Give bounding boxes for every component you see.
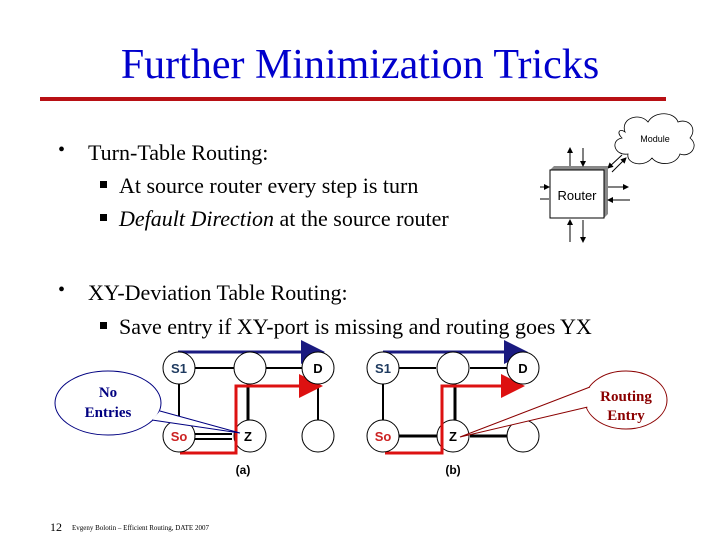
router-module-diagram: Module Router xyxy=(540,113,695,243)
svg-text:Entries: Entries xyxy=(85,405,132,421)
bullet-xy-deviation-routing: XY-Deviation Table Routing: xyxy=(88,280,348,305)
square-bullet-icon xyxy=(100,322,107,330)
slide-title: Further Minimization Tricks xyxy=(120,42,600,88)
bullet-icon: • xyxy=(58,139,66,161)
callout-routing-entry: Routing Entry xyxy=(459,370,668,438)
node-label: So xyxy=(375,429,392,444)
module-label: Module xyxy=(640,134,670,144)
subbullet-default-direction: Default Direction at the source router xyxy=(100,206,449,232)
node-middle xyxy=(233,351,267,385)
node-empty xyxy=(301,419,335,453)
router-label: Router xyxy=(557,188,597,203)
node-label: S1 xyxy=(171,361,187,376)
arrow-icon xyxy=(611,157,627,173)
node-label: D xyxy=(313,361,322,376)
bullet-turn-table-routing: Turn-Table Routing: xyxy=(88,140,269,165)
subbullet-save-entry: Save entry if XY-port is missing and rou… xyxy=(100,314,592,340)
square-bullet-icon xyxy=(100,181,107,189)
diagram-a: S1 D So Z (a) xyxy=(162,340,335,477)
footer-text: Evgeny Bolotin – Efficient Routing, DATE… xyxy=(72,524,209,532)
node-label: S1 xyxy=(375,361,391,376)
page-number: 12 xyxy=(50,520,62,534)
diagram-caption-a: (a) xyxy=(236,463,251,477)
svg-text:No: No xyxy=(99,385,117,401)
network-diagrams: S1 D So Z (a) S1 D So Z (b) No Entries R… xyxy=(54,340,668,477)
diagram-caption-b: (b) xyxy=(445,463,460,477)
title-underline xyxy=(40,97,666,101)
callout-no-entries: No Entries xyxy=(54,370,241,436)
node-middle xyxy=(436,351,470,385)
node-label: D xyxy=(518,361,527,376)
node-label: Z xyxy=(449,429,457,444)
bullet-icon: • xyxy=(58,279,66,301)
diagram-b: S1 D So Z (b) xyxy=(366,340,540,477)
node-label: So xyxy=(171,429,188,444)
square-bullet-icon xyxy=(100,214,107,222)
node-label: Z xyxy=(244,429,252,444)
svg-text:Routing: Routing xyxy=(600,389,652,405)
subbullet-source-router-turn: At source router every step is turn xyxy=(100,173,418,199)
svg-text:Entry: Entry xyxy=(607,408,645,424)
arrow-icon xyxy=(607,154,623,169)
